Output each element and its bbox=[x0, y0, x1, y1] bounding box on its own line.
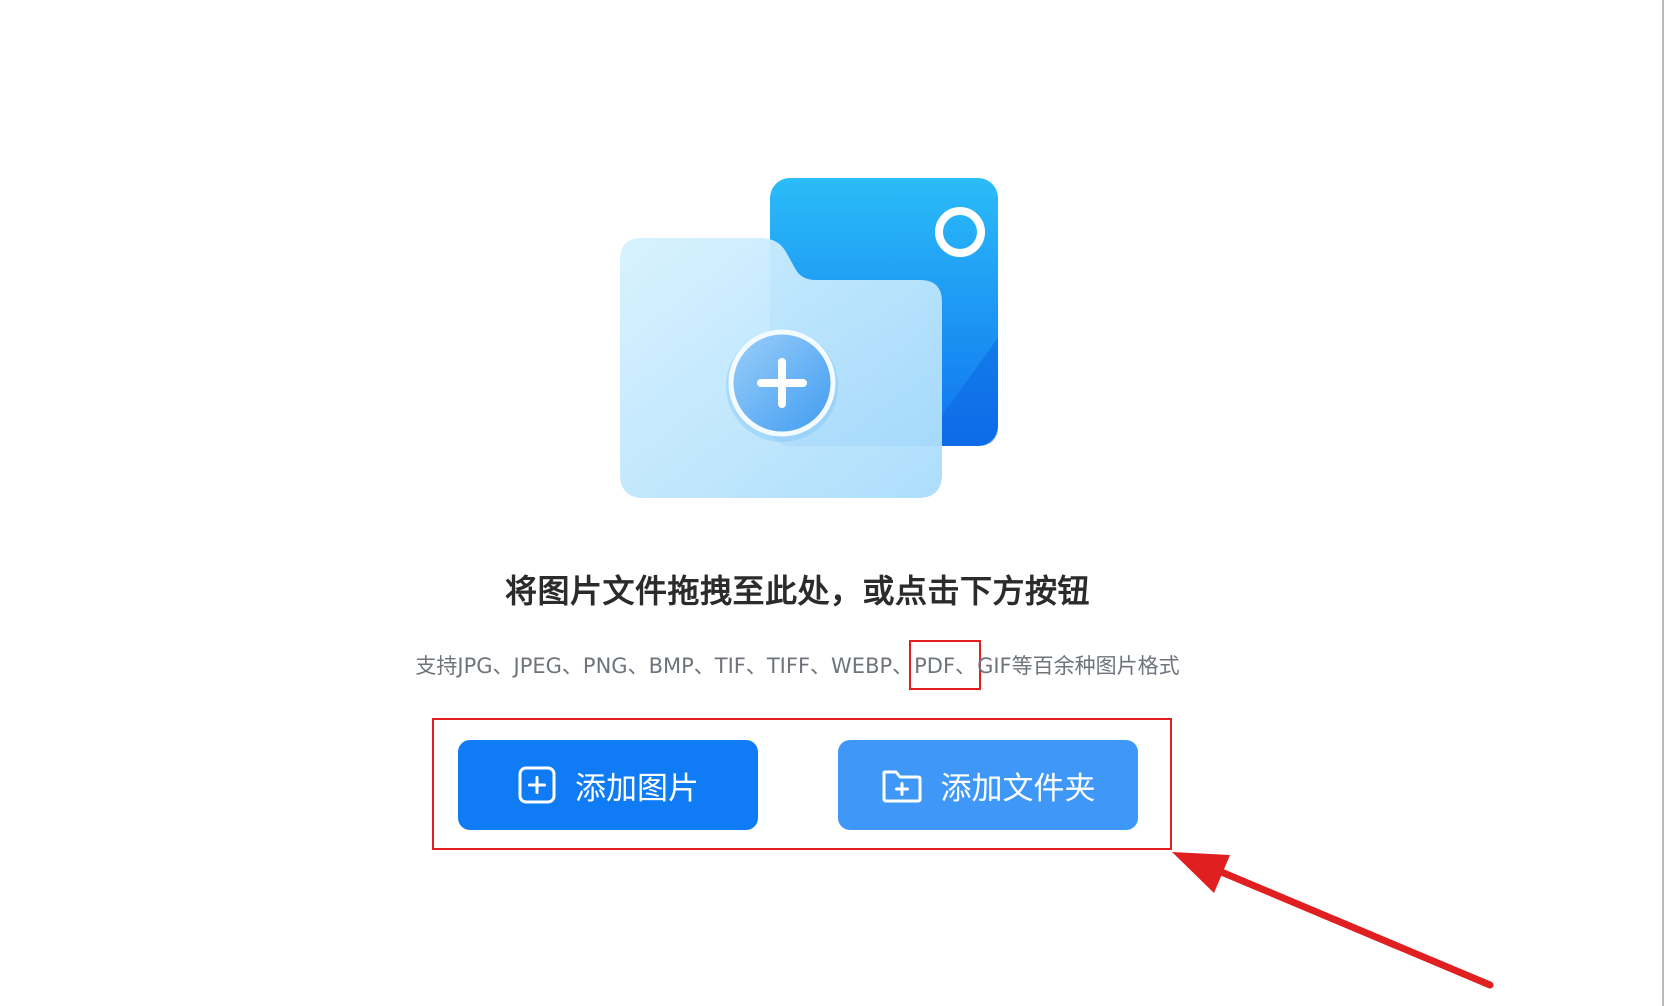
add-images-label: 添加图片 bbox=[575, 770, 699, 807]
folder-plus-icon bbox=[881, 765, 923, 805]
formats-text-rest: GIF等百余种图片格式 bbox=[977, 654, 1180, 678]
add-folder-label: 添加文件夹 bbox=[940, 770, 1096, 807]
button-group-highlight: 添加图片 添加文件夹 bbox=[432, 718, 1172, 850]
upload-page: 将图片文件拖拽至此处，或点击下方按钮 支持JPG、JPEG、PNG、BMP、TI… bbox=[0, 0, 1674, 1006]
upload-dropzone[interactable] bbox=[620, 178, 1000, 498]
folder-image-plus-icon bbox=[620, 178, 998, 498]
pdf-format-highlight: PDF、 bbox=[909, 640, 982, 690]
add-folder-button[interactable]: 添加文件夹 bbox=[838, 740, 1138, 830]
drop-instruction: 将图片文件拖拽至此处，或点击下方按钮 bbox=[504, 572, 1090, 610]
red-arrow-icon bbox=[1172, 852, 1494, 989]
add-images-button[interactable]: 添加图片 bbox=[458, 740, 758, 830]
plus-square-icon bbox=[517, 765, 557, 805]
formats-text: 支持JPG、JPEG、PNG、BMP、TIF、TIFF、WEBP、 bbox=[415, 654, 914, 678]
supported-formats: 支持JPG、JPEG、PNG、BMP、TIF、TIFF、WEBP、PDF、GIF… bbox=[340, 640, 1255, 690]
window-edge bbox=[1662, 0, 1664, 1006]
